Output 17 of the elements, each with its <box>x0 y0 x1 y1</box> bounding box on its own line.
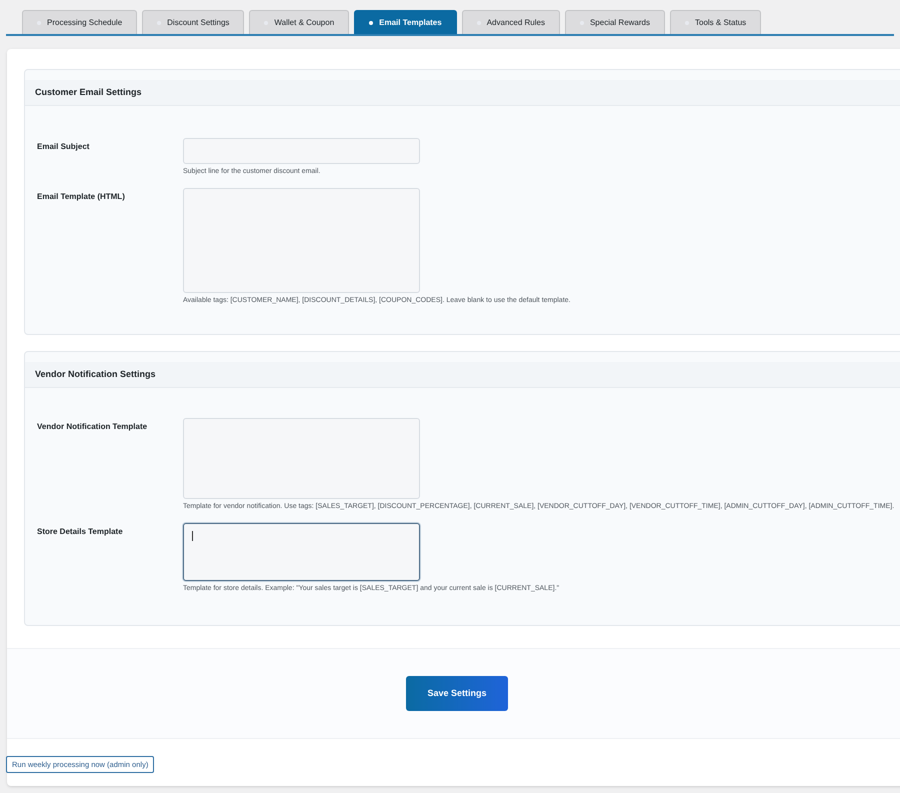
field-label: Email Template (HTML) <box>36 190 126 203</box>
tab[interactable]: Advanced Rules <box>462 10 560 34</box>
tab[interactable]: Special Rewards <box>564 10 665 34</box>
save-button[interactable]: Save Settings <box>406 676 508 711</box>
text-field[interactable] <box>183 138 420 164</box>
text-area[interactable] <box>183 522 420 580</box>
tab[interactable]: Discount Settings <box>142 10 244 34</box>
section-header: Customer Email Settings <box>25 80 900 106</box>
field-label: Email Subject <box>36 141 90 153</box>
tab[interactable]: Email Templates <box>354 10 457 34</box>
tab[interactable]: Processing Schedule <box>22 10 138 34</box>
field-label: Store Details Template <box>36 526 124 538</box>
text-cursor <box>192 530 193 540</box>
field-label: Vendor Notification Template <box>36 421 148 433</box>
tab[interactable]: Tools & Status <box>670 10 762 34</box>
tab[interactable]: Wallet & Coupon <box>249 10 350 34</box>
section-header: Vendor Notification Settings <box>25 362 900 388</box>
